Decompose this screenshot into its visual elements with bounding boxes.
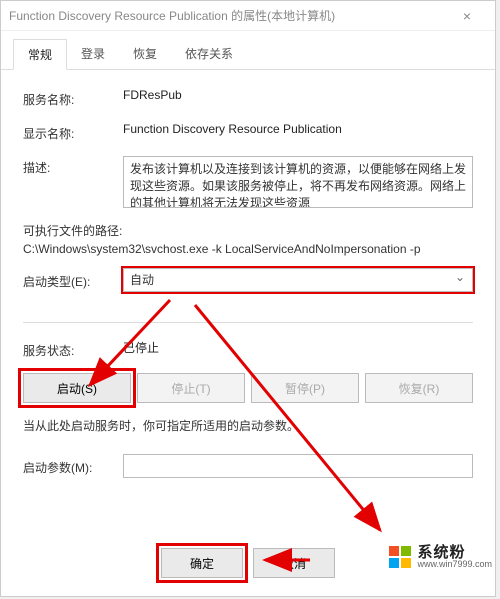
label-service-name: 服务名称: bbox=[23, 88, 123, 108]
tabset: 常规 登录 恢复 依存关系 bbox=[1, 31, 495, 70]
start-button[interactable]: 启动(S) bbox=[23, 373, 131, 403]
tab-general[interactable]: 常规 bbox=[13, 39, 67, 70]
start-param-input[interactable] bbox=[123, 454, 473, 478]
ok-button[interactable]: 确定 bbox=[161, 548, 243, 578]
label-startup-type: 启动类型(E): bbox=[23, 270, 123, 290]
window-title: Function Discovery Resource Publication … bbox=[9, 7, 447, 24]
tab-recovery[interactable]: 恢复 bbox=[119, 39, 171, 69]
watermark-title: 系统粉 bbox=[417, 545, 492, 560]
watermark: 系统粉 www.win7999.com bbox=[389, 545, 492, 569]
stop-button: 停止(T) bbox=[137, 373, 245, 403]
cancel-button[interactable]: 取消 bbox=[253, 548, 335, 578]
watermark-url: www.win7999.com bbox=[417, 560, 492, 569]
label-display-name: 显示名称: bbox=[23, 122, 123, 142]
ms-logo-icon bbox=[389, 546, 411, 568]
description-box[interactable] bbox=[123, 156, 473, 208]
label-exe-path: 可执行文件的路径: bbox=[23, 222, 473, 239]
titlebar: Function Discovery Resource Publication … bbox=[1, 1, 495, 31]
startup-hint: 当从此处启动服务时，你可指定所适用的启动参数。 bbox=[23, 417, 473, 434]
startup-type-select[interactable]: 自动 bbox=[123, 268, 473, 292]
value-service-name: FDResPub bbox=[123, 88, 473, 102]
value-service-state: 已停止 bbox=[123, 339, 473, 356]
label-service-state: 服务状态: bbox=[23, 339, 123, 359]
pause-button: 暂停(P) bbox=[251, 373, 359, 403]
label-start-param: 启动参数(M): bbox=[23, 456, 123, 476]
resume-button: 恢复(R) bbox=[365, 373, 473, 403]
tab-logon[interactable]: 登录 bbox=[67, 39, 119, 69]
separator bbox=[23, 322, 473, 323]
tab-dependencies[interactable]: 依存关系 bbox=[171, 39, 247, 69]
properties-dialog: Function Discovery Resource Publication … bbox=[0, 0, 496, 597]
close-icon[interactable]: × bbox=[447, 8, 487, 24]
value-display-name: Function Discovery Resource Publication bbox=[123, 122, 473, 136]
tab-content: 服务名称: FDResPub 显示名称: Function Discovery … bbox=[1, 70, 495, 508]
value-exe-path: C:\Windows\system32\svchost.exe -k Local… bbox=[23, 242, 473, 256]
label-description: 描述: bbox=[23, 156, 123, 176]
